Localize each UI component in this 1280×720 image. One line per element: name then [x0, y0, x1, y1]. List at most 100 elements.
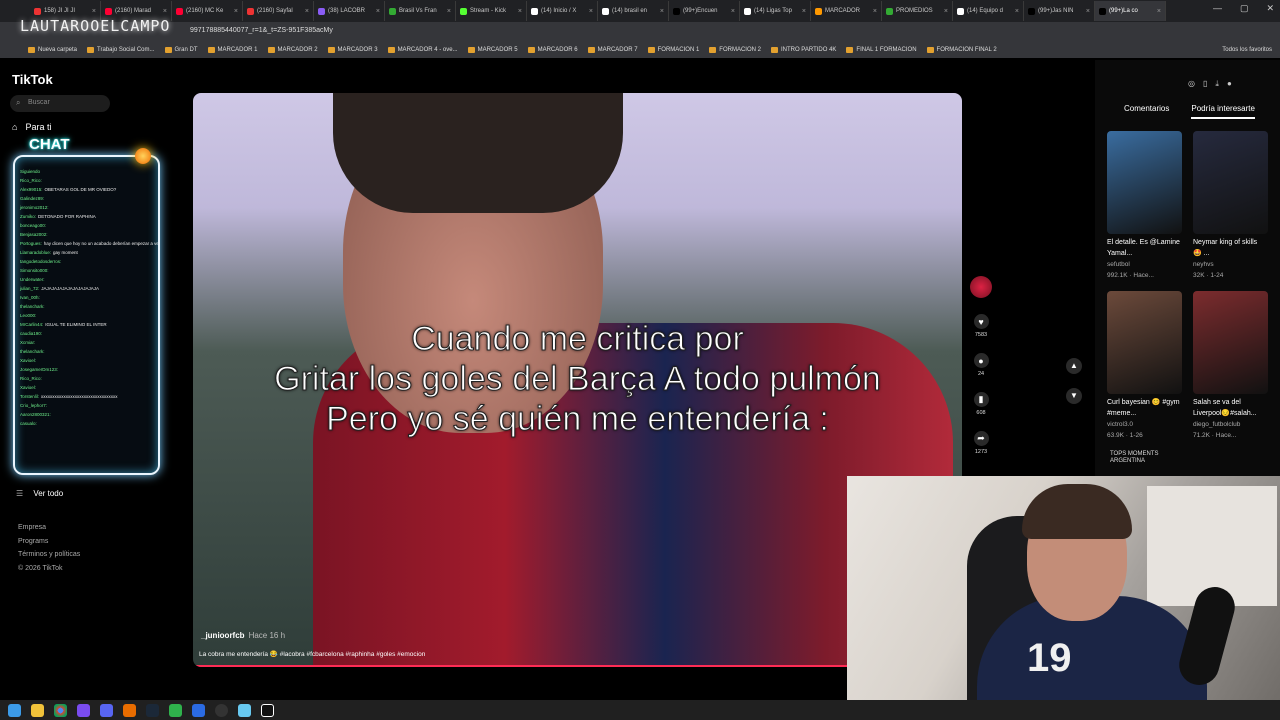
close-tab-icon[interactable]: × [1086, 8, 1090, 15]
footer-programas[interactable]: Programs [18, 535, 80, 549]
tab-comentarios[interactable]: Comentarios [1124, 104, 1169, 119]
minimize-icon[interactable]: — [1213, 3, 1222, 14]
close-tab-icon[interactable]: × [305, 8, 309, 15]
browser-tab[interactable]: (99+)Encuen × [669, 1, 740, 21]
close-tab-icon[interactable]: × [163, 8, 167, 15]
close-tab-icon[interactable]: × [731, 8, 735, 15]
all-bookmarks[interactable]: Todos los favoritos [1222, 47, 1280, 53]
close-tab-icon[interactable]: × [873, 8, 877, 15]
author-name[interactable]: _junioorfcb [201, 631, 245, 640]
browser-tab[interactable]: (14) Inicio / X × [527, 1, 598, 21]
app-icon[interactable] [192, 703, 205, 717]
app-icon[interactable] [123, 703, 136, 717]
browser-tab[interactable]: (2160) MC Ke × [172, 1, 243, 21]
browser-tab[interactable]: (14) Ligas Top × [740, 1, 811, 21]
browser-tab[interactable]: (14) brasil en × [598, 1, 669, 21]
bookmark-item[interactable]: MARCADOR 2 [267, 47, 318, 53]
bookmark-item[interactable]: FORMACION 2 [709, 47, 761, 53]
tab-podria-interesarte[interactable]: Podría interesarte [1191, 104, 1255, 119]
stream-logo-overlay: LAUTAROOELCAMPO [20, 17, 171, 35]
browser-tab[interactable]: MARCADOR × [811, 1, 882, 21]
suggested-video-info[interactable]: El detalle. Es @Lamine Yamal... sefutbol 9… [1107, 237, 1181, 281]
app-icon[interactable] [77, 703, 90, 717]
search-input[interactable]: ⌕ Buscar [10, 95, 110, 112]
browser-tab[interactable]: (2160) Sayfal × [243, 1, 314, 21]
bookmark-item[interactable]: MARCADOR 6 [527, 47, 578, 53]
nav-for-you[interactable]: ⌂ Para ti [12, 122, 51, 132]
ver-todo-link[interactable]: ☰ Ver todo [16, 489, 63, 498]
app-icon[interactable] [238, 703, 251, 717]
suggested-video-thumbnail[interactable] [1107, 291, 1182, 394]
save-button[interactable]: ▮ 608 [973, 392, 989, 431]
tiktok-icon[interactable] [261, 703, 274, 717]
suggested-video-thumbnail[interactable] [1193, 291, 1268, 394]
browser-tab[interactable]: (99+)Jas NIN × [1024, 1, 1095, 21]
close-tab-icon[interactable]: × [660, 8, 664, 15]
video-subject-hair [333, 93, 623, 213]
close-tab-icon[interactable]: × [1157, 8, 1161, 15]
close-tab-icon[interactable]: × [1015, 8, 1019, 15]
bookmark-item[interactable]: MARCADOR 1 [207, 47, 258, 53]
bookmark-item[interactable]: MARCADOR 7 [587, 47, 638, 53]
close-tab-icon[interactable]: × [589, 8, 593, 15]
creator-avatar[interactable] [970, 276, 992, 298]
bookmark-item[interactable]: FINAL 1 FORMACION [846, 47, 917, 53]
phone-icon[interactable]: ▯ [1203, 79, 1207, 89]
chevron-down-icon[interactable]: ▼ [1066, 388, 1082, 404]
comment-count: 24 [977, 371, 985, 377]
app-icon[interactable] [169, 703, 182, 717]
footer-empresa[interactable]: Empresa [18, 521, 80, 535]
url-field[interactable]: 997178885440077_r=1&_t=ZS-951F385acMy [190, 27, 333, 34]
maximize-icon[interactable]: ▢ [1240, 3, 1249, 14]
profile-avatar-icon[interactable]: ● [1227, 79, 1232, 89]
bookmark-item[interactable]: Trabajo Social Com... [87, 47, 155, 53]
comment-button[interactable]: ● 24 [973, 353, 989, 392]
close-tab-icon[interactable]: × [518, 8, 522, 15]
bookmark-item[interactable]: Gran DT [164, 47, 198, 53]
bookmark-item[interactable]: Nueva carpeta [28, 47, 77, 53]
close-window-icon[interactable]: ✕ [1266, 3, 1274, 14]
bookmark-item[interactable]: MARCADOR 4 - ove... [387, 47, 458, 53]
obs-icon[interactable] [215, 703, 228, 717]
windows-start-icon[interactable] [8, 703, 21, 717]
share-button[interactable]: ➦ 1273 [973, 431, 989, 470]
close-tab-icon[interactable]: × [447, 8, 451, 15]
suggested-video-info[interactable]: Salah se va del Liverpool😔#salah... diego… [1193, 397, 1267, 441]
bookmark-item[interactable]: FORMACION FINAL 2 [926, 47, 997, 53]
chat-line: MrCarlin44: IGUAL TE ELIMINO EL INTER [15, 320, 158, 329]
close-tab-icon[interactable]: × [234, 8, 238, 15]
bookmark-item[interactable]: MARCADOR 5 [467, 47, 518, 53]
browser-tab[interactable]: Stream - Kick × [456, 1, 527, 21]
compass-icon[interactable]: ◎ [1188, 79, 1195, 89]
tab-favicon-icon [389, 7, 396, 15]
suggested-video-info[interactable]: Curl bayesian 😊 #gym #meme... victrol3.0 6… [1107, 397, 1181, 441]
browser-tab[interactable]: PROMEDIOS × [882, 1, 953, 21]
browser-tab[interactable]: (99+)La co × [1095, 1, 1166, 21]
video-author[interactable]: _junioorfcb Hace 16 h [201, 631, 285, 640]
close-tab-icon[interactable]: × [802, 8, 806, 15]
chevron-up-icon[interactable]: ▲ [1066, 358, 1082, 374]
suggested-video-thumbnail[interactable] [1107, 131, 1182, 234]
tab-favicon-icon [531, 7, 538, 15]
steam-icon[interactable] [146, 703, 159, 717]
tab-favicon-icon [1099, 7, 1106, 15]
browser-tab[interactable]: (38) LACOBR × [314, 1, 385, 21]
close-tab-icon[interactable]: × [92, 8, 96, 15]
bookmark-icon: ▮ [973, 392, 989, 407]
close-tab-icon[interactable]: × [944, 8, 948, 15]
discord-icon[interactable] [100, 703, 113, 717]
browser-tab[interactable]: Brasil Vs Fran × [385, 1, 456, 21]
bookmark-item[interactable]: FORMACION 1 [647, 47, 699, 53]
footer-terminos[interactable]: Términos y políticas [18, 548, 80, 562]
suggested-video-info[interactable]: Neymar king of skills 🤩 ... neyhvs 32K · 1… [1193, 237, 1267, 281]
like-button[interactable]: ♥ 7583 [973, 314, 989, 353]
chrome-icon[interactable] [54, 703, 67, 717]
browser-tab[interactable]: (14) Equipo d × [953, 1, 1024, 21]
download-icon[interactable]: ⤓ [1215, 79, 1219, 89]
tiktok-logo[interactable]: TikTok [12, 72, 53, 87]
file-explorer-icon[interactable] [31, 703, 44, 717]
bookmark-item[interactable]: INTRO PARTIDO 4K [770, 47, 836, 53]
suggested-video-thumbnail[interactable] [1193, 131, 1268, 234]
bookmark-item[interactable]: MARCADOR 3 [327, 47, 378, 53]
close-tab-icon[interactable]: × [376, 8, 380, 15]
